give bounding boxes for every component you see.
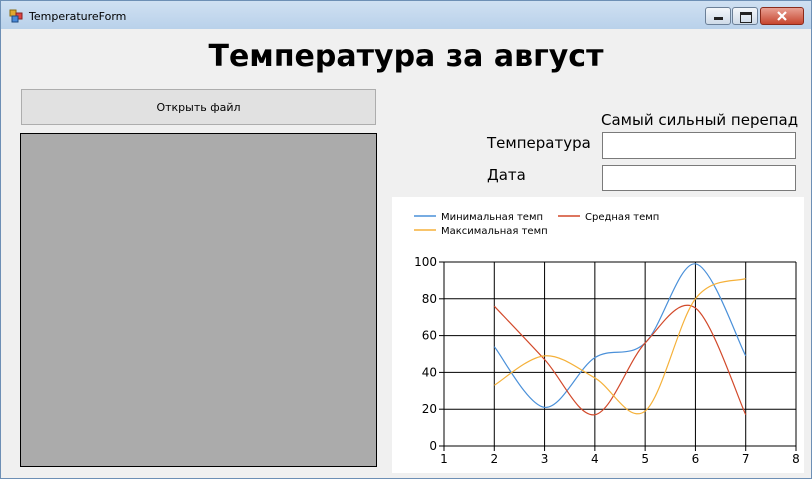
app-icon <box>9 9 23 23</box>
y-tick-label: 100 <box>414 255 437 269</box>
maximize-icon <box>740 12 752 23</box>
legend-entry: Максимальная темп <box>441 226 548 237</box>
date-field[interactable] <box>602 165 796 191</box>
picture-box <box>20 133 377 467</box>
y-tick-label: 0 <box>429 439 437 453</box>
maximize-button[interactable] <box>732 7 758 25</box>
minimize-button[interactable] <box>705 7 731 25</box>
temperature-label: Температура <box>487 134 591 152</box>
y-tick-label: 40 <box>422 365 437 379</box>
temperature-field[interactable] <box>602 132 796 159</box>
page-title: Температура за август <box>208 39 604 74</box>
main-window: TemperatureForm Температура за август От… <box>0 0 812 479</box>
chart-svg: 0 20 40 60 80 100 1 2 3 4 5 6 7 8 Минимальная темп Сред… <box>414 212 800 466</box>
x-tick-label: 4 <box>591 452 599 466</box>
date-label: Дата <box>487 166 526 184</box>
y-tick-label: 20 <box>422 402 437 416</box>
x-tick-label: 8 <box>792 452 800 466</box>
close-button[interactable] <box>760 7 804 25</box>
legend-entry: Средная темп <box>585 212 659 223</box>
x-tick-label: 2 <box>490 452 498 466</box>
minimize-icon <box>714 17 723 20</box>
biggest-drop-label: Самый сильный перепад <box>601 111 799 129</box>
x-tick-label: 1 <box>440 452 448 466</box>
y-tick-label: 80 <box>422 292 437 306</box>
legend-entry: Минимальная темп <box>441 212 543 223</box>
close-icon <box>777 11 787 21</box>
x-tick-label: 6 <box>692 452 700 466</box>
open-file-button[interactable]: Открыть файл <box>21 89 376 125</box>
window-title: TemperatureForm <box>29 10 127 23</box>
form-client-area: Температура за август Открыть файл Самый… <box>8 29 804 473</box>
x-tick-label: 3 <box>541 452 549 466</box>
title-bar[interactable]: TemperatureForm <box>1 1 811 29</box>
temperature-chart: 0 20 40 60 80 100 1 2 3 4 5 6 7 8 Минимальная темп Сред… <box>392 197 804 473</box>
y-tick-label: 60 <box>422 329 437 343</box>
x-tick-label: 5 <box>641 452 649 466</box>
x-tick-label: 7 <box>742 452 750 466</box>
